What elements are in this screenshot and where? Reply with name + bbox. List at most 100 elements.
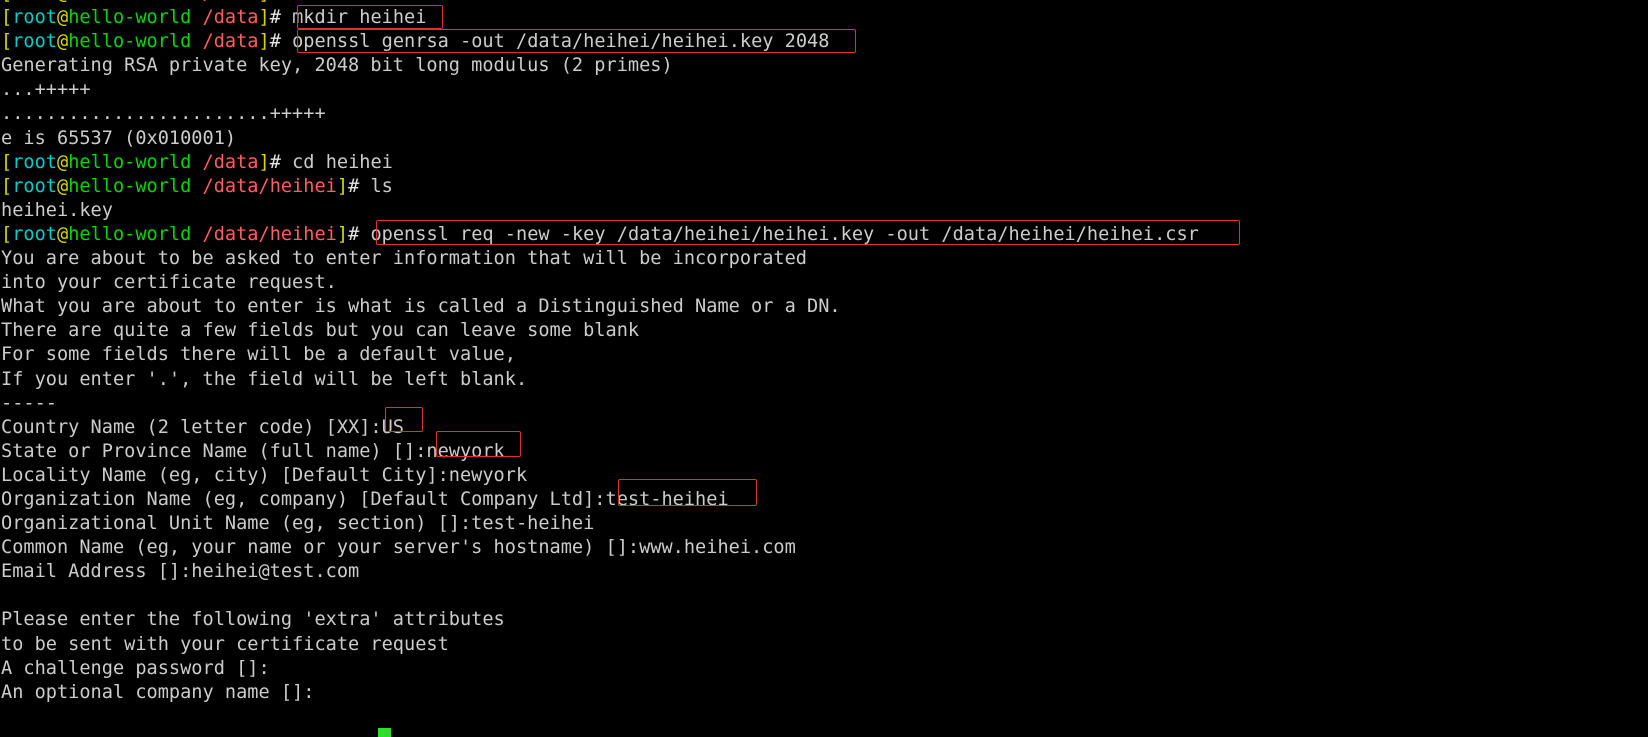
prompt-close-bracket: ] xyxy=(336,223,349,245)
terminal-output-text: Generating RSA private key, 2048 bit lon… xyxy=(1,55,673,77)
terminal-output-text: If you enter '.', the field will be left… xyxy=(1,368,528,390)
prompt-hash: # xyxy=(348,175,371,197)
terminal-output-line: e is 65537 (0x010001) xyxy=(0,127,1648,151)
terminal-output-line: Organizational Unit Name (eg, section) [… xyxy=(0,512,1648,536)
terminal-output-text: What you are about to enter is what is c… xyxy=(1,296,841,318)
terminal-output-text: An optional company name []: xyxy=(1,681,315,703)
terminal-output-text: Organizational Unit Name (eg, section) [… xyxy=(1,513,595,535)
terminal-output-text: e is 65537 (0x010001) xyxy=(1,127,237,149)
prompt-at-sign: @ xyxy=(56,31,69,53)
terminal-screen: [root@hello-world /data]# [root@hello-wo… xyxy=(0,0,1648,729)
prompt-user: root xyxy=(12,7,57,29)
prompt-close-bracket: ] xyxy=(258,151,270,173)
prompt-hash: # xyxy=(269,31,293,53)
terminal-output-line: For some fields there will be a default … xyxy=(0,343,1648,367)
terminal-output-text: to be sent with your certificate request xyxy=(1,633,449,655)
prompt-hash: # xyxy=(348,223,371,245)
terminal-output-line: What you are about to enter is what is c… xyxy=(0,295,1648,319)
shell-prompt: [root@hello-world /data]# xyxy=(1,152,292,173)
prompt-cwd: /data xyxy=(202,7,259,29)
shell-prompt: [root@hello-world /data]# xyxy=(1,7,292,28)
prompt-open-bracket: [ xyxy=(1,7,13,29)
terminal-command-text: cd heihei xyxy=(292,151,393,173)
prompt-host: hello-world xyxy=(68,151,192,173)
terminal-output-line: heihei.key xyxy=(0,199,1648,223)
terminal-output-text: There are quite a few fields but you can… xyxy=(1,320,640,342)
prompt-close-bracket: ] xyxy=(258,31,270,53)
terminal-prompt-line: [root@hello-world /data]# mkdir heihei xyxy=(0,6,1648,30)
terminal-output-text: You are about to be asked to enter infor… xyxy=(1,248,807,270)
terminal-output-line: There are quite a few fields but you can… xyxy=(0,319,1648,343)
prompt-at-sign: @ xyxy=(57,0,68,4)
terminal-output-line: ...+++++ xyxy=(0,78,1648,102)
terminal-command-text: mkdir heihei xyxy=(292,7,427,29)
terminal-output-line: An optional company name []: xyxy=(0,681,1648,705)
prompt-cwd: /data/heihei xyxy=(202,223,337,245)
prompt-host: hello-world xyxy=(68,223,192,245)
terminal-output-text: ...+++++ xyxy=(1,79,91,101)
terminal-output-text: Country Name (2 letter code) [XX]:US xyxy=(1,416,404,438)
prompt-host: hello-world xyxy=(68,7,192,29)
terminal-output-line: Please enter the following 'extra' attri… xyxy=(0,608,1648,632)
prompt-host: hello-world xyxy=(68,0,191,4)
terminal-command-text: ls xyxy=(370,175,393,197)
prompt-hash: # xyxy=(269,7,293,29)
terminal-output-text: Email Address []:heihei@test.com xyxy=(1,561,360,583)
terminal-output-line: Generating RSA private key, 2048 bit lon… xyxy=(0,54,1648,78)
terminal-output-text: For some fields there will be a default … xyxy=(1,344,516,366)
terminal-output-line: Organization Name (eg, company) [Default… xyxy=(0,488,1648,512)
terminal-window[interactable]: [root@hello-world /data]# [root@hello-wo… xyxy=(0,0,1648,737)
terminal-prompt-line: [root@hello-world /data/heihei]# ls xyxy=(0,175,1648,199)
terminal-prompt-line: [root@hello-world /data/heihei]# openssl… xyxy=(0,223,1648,247)
terminal-output-line: Email Address []:heihei@test.com xyxy=(0,560,1648,584)
terminal-prompt-line: [root@hello-world /data]# cd heihei xyxy=(0,151,1648,175)
terminal-output-text: A challenge password []: xyxy=(1,657,270,679)
prompt-cwd: /data xyxy=(202,151,259,173)
terminal-output-text: Organization Name (eg, company) [Default… xyxy=(1,488,729,510)
terminal-output-line: You are about to be asked to enter infor… xyxy=(0,247,1648,271)
prompt-at-sign: @ xyxy=(56,7,69,29)
terminal-output-line: State or Province Name (full name) []:ne… xyxy=(0,440,1648,464)
terminal-command-text: openssl genrsa -out /data/heihei/heihei.… xyxy=(292,31,830,53)
terminal-output-line: ----- xyxy=(0,392,1648,416)
terminal-output-text: heihei.key xyxy=(1,199,113,221)
terminal-output-text: Please enter the following 'extra' attri… xyxy=(1,609,505,631)
prompt-open-bracket: [ xyxy=(1,223,13,245)
prompt-user: root xyxy=(12,31,57,53)
terminal-output-line: into your certificate request. xyxy=(0,271,1648,295)
prompt-close-bracket: ] xyxy=(336,175,349,197)
prompt-hash: # xyxy=(269,151,293,173)
prompt-cwd: /data xyxy=(202,31,259,53)
prompt-user: root xyxy=(12,0,57,4)
terminal-output-text: Common Name (eg, your name or your serve… xyxy=(1,537,796,559)
prompt-host: hello-world xyxy=(68,31,192,53)
shell-prompt: [root@hello-world /data]# xyxy=(1,0,292,4)
terminal-command-text: openssl req -new -key /data/heihei/heihe… xyxy=(370,223,1199,245)
prompt-at-sign: @ xyxy=(56,223,69,245)
prompt-user: root xyxy=(12,175,57,197)
terminal-output-line: to be sent with your certificate request xyxy=(0,633,1648,657)
terminal-output-line: A challenge password []: xyxy=(0,657,1648,681)
prompt-hash: # xyxy=(270,0,292,4)
prompt-at-sign: @ xyxy=(56,175,69,197)
prompt-cwd: /data/heihei xyxy=(202,175,337,197)
prompt-user: root xyxy=(12,151,57,173)
prompt-close-bracket: ] xyxy=(259,0,270,4)
terminal-output-line: If you enter '.', the field will be left… xyxy=(0,368,1648,392)
shell-prompt: [root@hello-world /data/heihei]# xyxy=(1,224,370,245)
terminal-output-text: ----- xyxy=(1,392,57,414)
terminal-prompt-line: [root@hello-world /data]# openssl genrsa… xyxy=(0,30,1648,54)
terminal-output-line: ........................+++++ xyxy=(0,102,1648,126)
terminal-output-text: into your certificate request. xyxy=(1,272,337,294)
prompt-close-bracket: ] xyxy=(258,7,270,29)
terminal-output-text: State or Province Name (full name) []:ne… xyxy=(1,440,505,462)
prompt-open-bracket: [ xyxy=(1,175,13,197)
terminal-output-text: ........................+++++ xyxy=(1,103,326,125)
prompt-open-bracket: [ xyxy=(1,31,13,53)
prompt-at-sign: @ xyxy=(56,151,69,173)
